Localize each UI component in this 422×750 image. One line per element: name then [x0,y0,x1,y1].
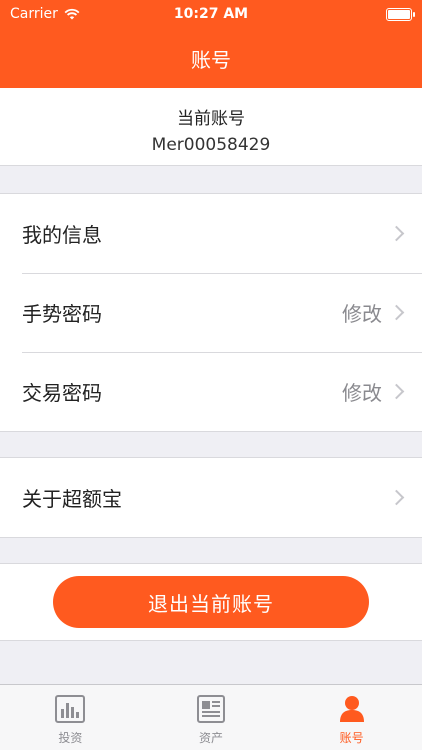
logout-button[interactable]: 退出当前账号 [53,576,369,628]
tab-assets[interactable]: 资产 [141,685,282,750]
tab-label: 账号 [339,731,364,745]
status-time: 10:27 AM [173,6,249,22]
modify-label: 修改 [342,302,382,326]
menu-item-trade-password[interactable]: 交易密码 修改 [0,352,422,431]
menu-item-about[interactable]: 关于超额宝 [0,458,422,537]
menu-item-label: 关于超额宝 [22,487,122,511]
chevron-right-icon [388,383,405,399]
menu-item-label: 手势密码 [22,302,102,326]
status-bar: Carrier 10:27 AM [0,0,422,30]
current-account-label: 当前账号 [177,109,245,129]
chevron-right-icon [388,304,405,320]
chevron-right-icon [388,225,405,241]
logout-section: 退出当前账号 [0,563,422,641]
person-icon [339,696,364,722]
menu-item-gesture-password[interactable]: 手势密码 修改 [0,273,422,352]
current-account-card: 当前账号 Mer00058429 [0,88,422,166]
chevron-right-icon [388,489,405,505]
tab-label: 资产 [199,731,224,745]
header: Carrier 10:27 AM 账号 [0,0,422,88]
tab-bar: 投资 资产 账号 [0,684,422,750]
battery-icon [386,8,415,21]
chart-icon [55,695,86,723]
newspaper-icon [197,695,225,723]
about-group: 关于超额宝 [0,457,422,538]
tab-account[interactable]: 账号 [281,685,422,750]
current-account-value: Mer00058429 [151,135,271,155]
menu-item-my-info[interactable]: 我的信息 [0,194,422,273]
modify-label: 修改 [342,381,382,405]
menu-item-label: 我的信息 [22,223,102,247]
settings-group: 我的信息 手势密码 修改 交易密码 修改 [0,193,422,432]
menu-item-label: 交易密码 [22,381,102,405]
page-title: 账号 [191,48,231,72]
tab-label: 投资 [58,731,83,745]
tab-invest[interactable]: 投资 [0,685,141,750]
